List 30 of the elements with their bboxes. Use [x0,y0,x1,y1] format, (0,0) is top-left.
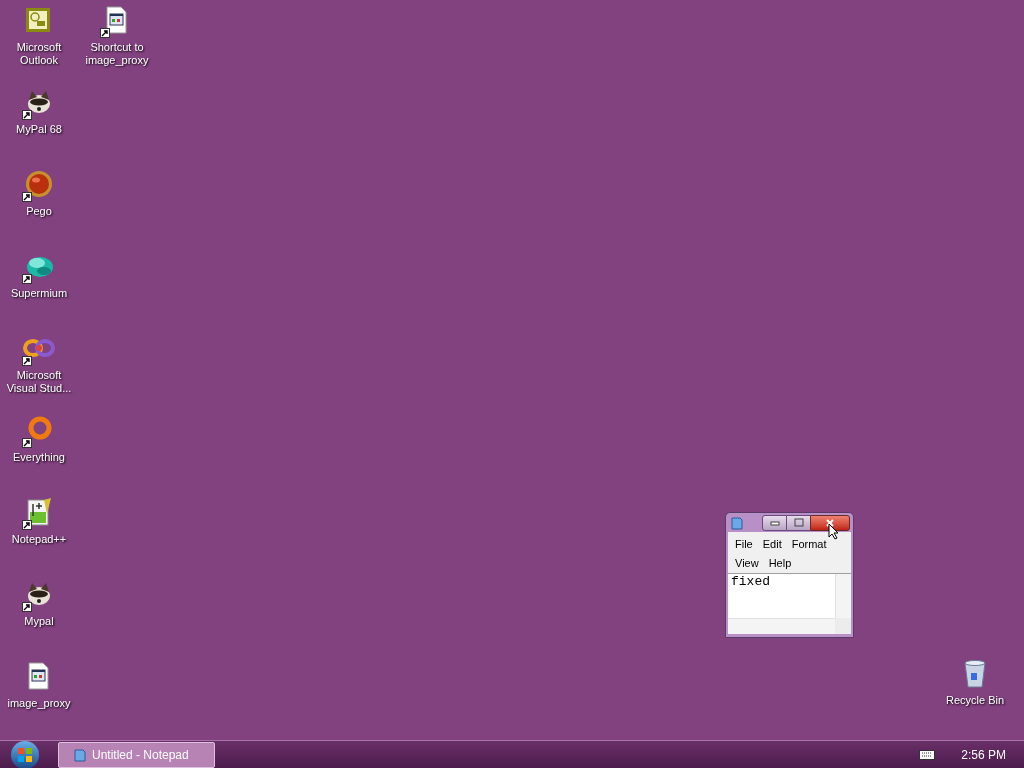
menu-item[interactable]: Edit [757,535,787,554]
desktop-icon-label[interactable]: Pego [1,205,77,218]
clock[interactable]: 2:56 PM [961,745,1006,764]
desktop-icon-label[interactable]: Shortcut to image_proxy [79,41,155,67]
desktop-icon-label[interactable]: Microsoft Outlook [1,41,77,67]
notepad-icon [730,515,744,530]
minimize-icon [769,519,780,526]
windows-logo-icon [17,746,33,763]
desktop-icon-label[interactable]: Mypal [1,615,77,628]
resize-grip[interactable] [835,618,851,634]
desktop-icon-label[interactable]: Notepad++ [1,533,77,546]
maximize-icon [793,518,804,527]
desktop-icon-label[interactable]: Recycle Bin [937,694,1013,707]
maximize-button[interactable] [787,514,810,531]
cursor-icon [828,523,839,540]
keyboard-icon[interactable] [919,749,936,760]
menu-item[interactable]: File [730,535,758,554]
desktop-icon-label[interactable]: MyPal 68 [1,123,77,136]
menu-item[interactable]: Format [786,535,832,554]
desktop-icon-label[interactable]: Everything [1,451,77,464]
start-button[interactable] [11,740,39,768]
minimize-button[interactable] [762,514,787,531]
desktop-icon-label[interactable]: image_proxy [1,697,77,710]
desktop-icon-label[interactable]: Microsoft Visual Stud... [1,369,77,395]
menu-item[interactable]: Help [763,554,797,573]
desktop-icon-label[interactable]: Supermium [1,287,77,300]
horizontal-scrollbar[interactable] [728,618,835,634]
vertical-scrollbar[interactable] [835,574,851,618]
menu-item[interactable]: View [730,554,764,573]
notepad-icon [73,747,87,762]
